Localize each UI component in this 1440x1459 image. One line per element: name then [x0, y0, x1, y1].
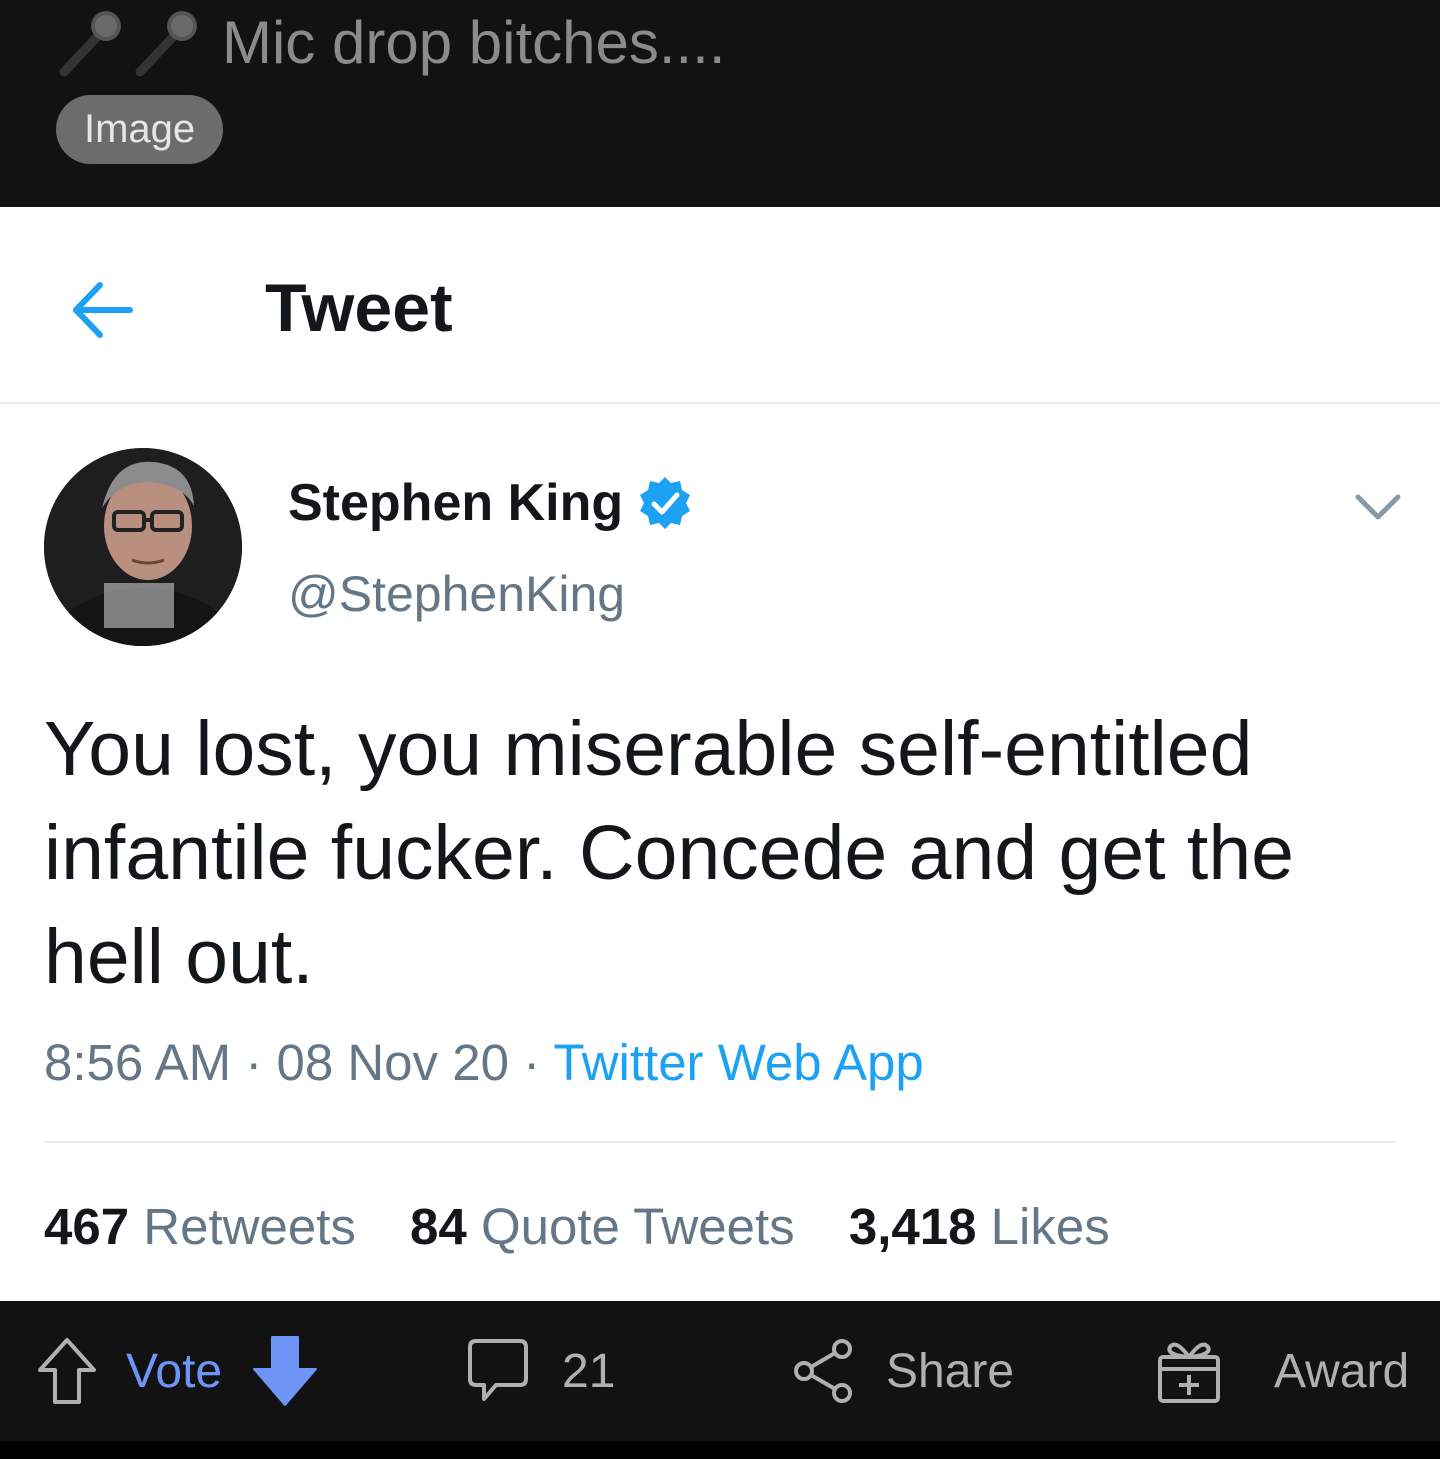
microphone-icon — [135, 11, 197, 77]
share-label: Share — [886, 1344, 1015, 1398]
title-emoji-group — [56, 6, 204, 78]
meta-separator: · — [523, 1034, 541, 1091]
tweet-text: You lost, you miserable self-entitled in… — [44, 706, 1294, 1000]
post-header: Mic drop bitches.... Image — [0, 0, 1440, 207]
comments-count: 21 — [562, 1344, 616, 1398]
post-flair[interactable]: Image — [56, 95, 224, 164]
vote-label: Vote — [126, 1344, 223, 1398]
upvote-arrow-icon[interactable] — [36, 1336, 98, 1406]
tweet-time: 8:56 AM — [44, 1034, 232, 1091]
tweet-meta: 8:56 AM · 08 Nov 20 · Twitter Web App — [44, 1033, 924, 1092]
meta-separator: · — [245, 1034, 263, 1091]
likes-count: 3,418 — [848, 1198, 977, 1255]
quote-tweets-count: 84 — [410, 1198, 467, 1255]
post-action-bar: Vote 21 Share Award — [0, 1301, 1440, 1441]
tweet-topbar: Tweet — [0, 207, 1440, 404]
verified-badge-icon — [640, 477, 691, 529]
retweets-stat[interactable]: 467 Retweets — [44, 1198, 356, 1255]
post-title-text: Mic drop bitches.... — [222, 8, 726, 76]
chevron-down-icon[interactable] — [1352, 489, 1404, 525]
post-title[interactable]: Mic drop bitches.... — [56, 0, 726, 84]
author-handle[interactable]: @StephenKing — [288, 565, 625, 623]
share-button[interactable]: Share — [792, 1331, 1014, 1411]
divider — [44, 1141, 1396, 1143]
award-button[interactable]: Award — [1156, 1331, 1409, 1411]
tweet-heading: Tweet — [265, 270, 453, 346]
back-arrow-icon — [73, 282, 133, 338]
vote-group: Vote — [36, 1331, 318, 1411]
quote-tweets-stat[interactable]: 84 Quote Tweets — [410, 1198, 795, 1255]
comments-button[interactable]: 21 — [466, 1331, 615, 1411]
comment-icon — [468, 1339, 528, 1401]
tweet-stats: 467 Retweets 84 Quote Tweets 3,418 Likes — [44, 1197, 1150, 1256]
tweet-image[interactable]: Tweet Stephen King @StephenKing You lost… — [0, 207, 1440, 1301]
retweets-count: 467 — [44, 1198, 130, 1255]
likes-stat[interactable]: 3,418 Likes — [849, 1198, 1110, 1255]
bottom-strip — [0, 1441, 1440, 1459]
likes-label: Likes — [990, 1198, 1110, 1255]
author-name-text: Stephen King — [288, 474, 624, 532]
share-icon — [794, 1339, 852, 1403]
retweets-label: Retweets — [143, 1198, 356, 1255]
tweet-source-link[interactable]: Twitter Web App — [553, 1034, 923, 1091]
award-label: Award — [1274, 1344, 1410, 1398]
downvote-arrow-icon[interactable] — [252, 1335, 318, 1407]
author-display-name[interactable]: Stephen King — [288, 473, 693, 533]
tweet-date: 08 Nov 20 — [276, 1034, 509, 1091]
microphone-icon — [59, 11, 121, 77]
avatar — [44, 448, 242, 646]
gift-icon — [1158, 1342, 1220, 1403]
quote-tweets-label: Quote Tweets — [480, 1198, 795, 1255]
